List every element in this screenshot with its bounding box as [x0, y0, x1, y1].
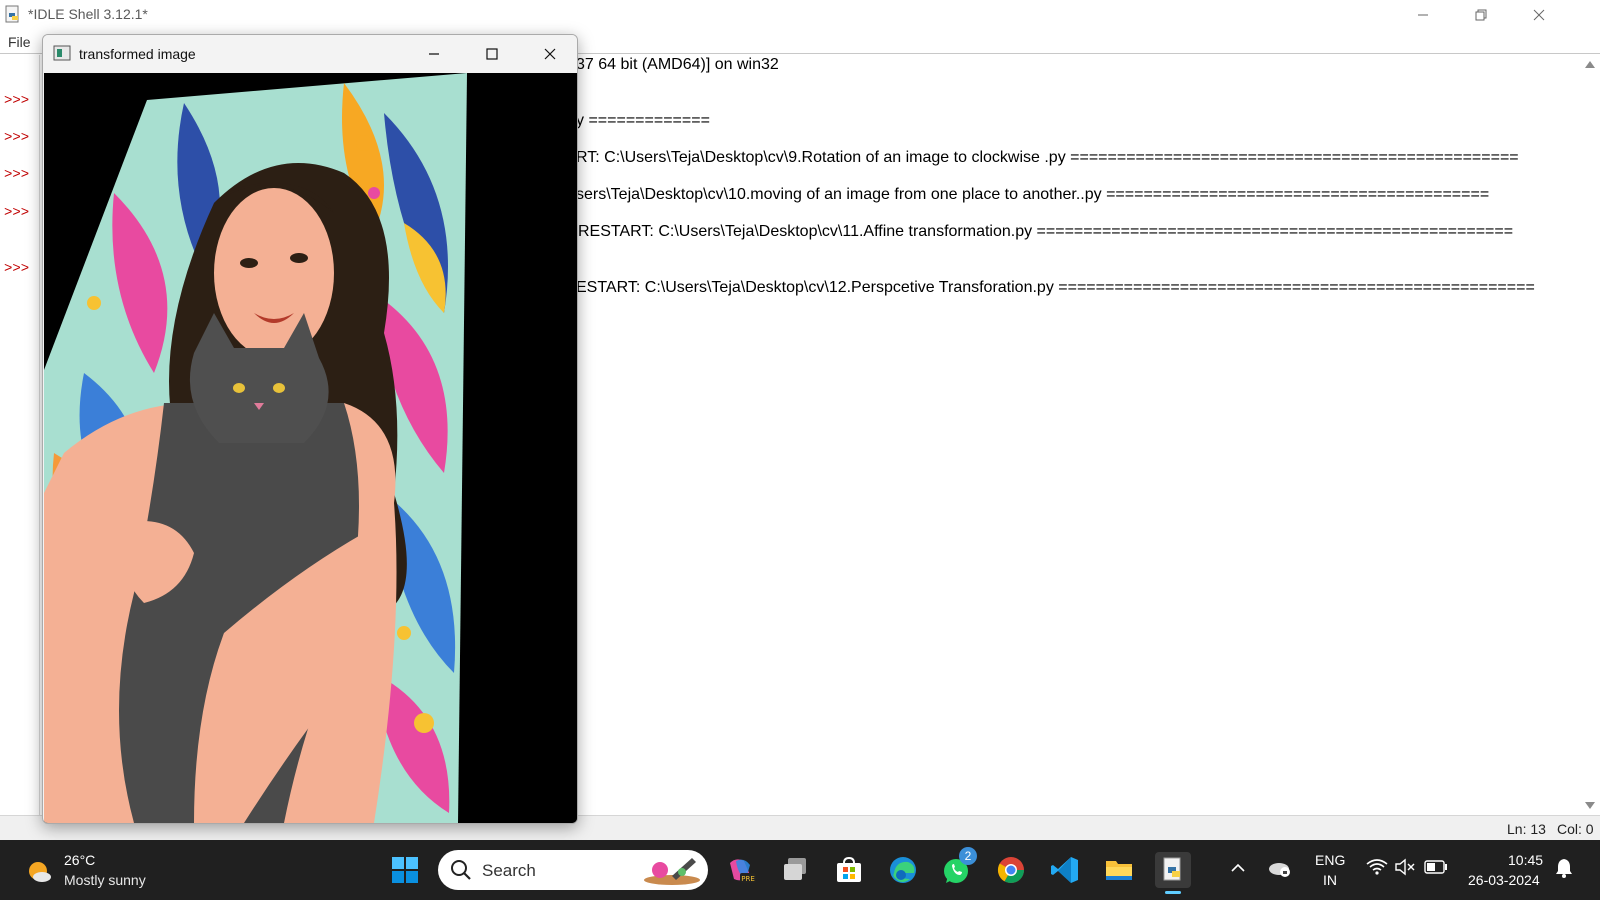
file-explorer-icon — [1106, 861, 1132, 880]
chevron-up-icon[interactable] — [1230, 860, 1246, 876]
notification-bell-icon[interactable] — [1555, 858, 1573, 878]
task-view-icon — [784, 858, 806, 880]
close-icon — [1533, 9, 1545, 21]
python-file-icon — [5, 5, 19, 23]
clock-date[interactable]: 26-03-2024 — [1468, 872, 1540, 888]
shell-line: ESTART: C:\Users\Teja\Desktop\cv\12.Pers… — [576, 279, 1535, 296]
cv-maximize-button[interactable] — [463, 35, 521, 73]
window-title: *IDLE Shell 3.12.1* — [28, 6, 148, 22]
transformed-image-window[interactable]: transformed image — [42, 34, 578, 824]
shell-line: sers\Teja\Desktop\cv\10.moving of an ima… — [576, 186, 1490, 203]
taskbar-search-box[interactable]: Search — [438, 850, 708, 890]
vertical-scrollbar[interactable] — [1580, 55, 1600, 815]
weather-temperature[interactable]: 26°C — [64, 852, 95, 868]
weather-description[interactable]: Mostly sunny — [64, 872, 146, 888]
battery-icon[interactable] — [1424, 860, 1448, 874]
perspective-transformed-illustration — [44, 73, 577, 823]
photo-icon — [53, 45, 71, 61]
cv-minimize-button[interactable] — [405, 35, 463, 73]
shell-line: RESTART: C:\Users\Teja\Desktop\cv\11.Aff… — [578, 223, 1514, 240]
edge-icon — [890, 857, 916, 883]
search-label: Search — [482, 861, 536, 880]
shell-line: 37 64 bit (AMD64)] on win32 — [576, 56, 779, 73]
vscode-button[interactable] — [1047, 852, 1083, 888]
maximize-icon — [486, 48, 498, 60]
transformed-image-canvas — [44, 73, 577, 823]
shell-prompt: >>> — [4, 261, 30, 277]
scroll-down-arrow-icon[interactable] — [1585, 802, 1595, 809]
restore-icon — [1475, 9, 1487, 21]
copilot-pre-icon: PRE — [730, 859, 756, 883]
active-app-indicator — [1165, 891, 1181, 894]
status-column-number: Col: 0 — [1557, 821, 1594, 837]
minimize-icon — [1418, 14, 1428, 16]
close-icon — [544, 48, 556, 60]
cv-window-title: transformed image — [79, 46, 196, 62]
search-icon — [451, 860, 471, 880]
onedrive-cloud-icon[interactable] — [1268, 858, 1292, 878]
whatsapp-button[interactable]: 2 — [939, 847, 977, 888]
taskbar: 26°C Mostly sunny Search PRE 2 ENG IN 10… — [0, 840, 1600, 900]
copilot-pre-button[interactable]: PRE — [723, 852, 759, 888]
cv-close-button[interactable] — [521, 35, 577, 73]
volume-muted-icon[interactable] — [1394, 858, 1416, 876]
svg-text:PRE: PRE — [741, 875, 755, 883]
idle-python-icon — [1163, 857, 1181, 881]
idle-titlebar: *IDLE Shell 3.12.1* — [0, 0, 1600, 30]
shell-prompt: >>> — [4, 205, 30, 221]
restore-button[interactable] — [1452, 0, 1510, 30]
clock-time[interactable]: 10:45 — [1508, 852, 1543, 868]
status-line-number: Ln: 13 — [1507, 821, 1546, 837]
shell-line: y ============= — [576, 112, 710, 129]
microsoft-store-button[interactable] — [831, 852, 867, 888]
sun-cloud-icon[interactable] — [24, 857, 54, 887]
windows-start-button[interactable] — [387, 852, 423, 888]
language-region[interactable]: IN — [1323, 872, 1337, 888]
whatsapp-notification-badge: 2 — [959, 847, 977, 865]
shell-prompt-gutter: >>> >>> >>> >>> >>> — [0, 55, 40, 815]
shell-prompt: >>> — [4, 167, 30, 183]
edge-button[interactable] — [885, 852, 921, 888]
close-button[interactable] — [1510, 0, 1568, 30]
wifi-icon[interactable] — [1366, 858, 1388, 876]
cv-window-titlebar[interactable]: transformed image — [43, 35, 577, 73]
shell-prompt: >>> — [4, 93, 30, 109]
idle-python-button[interactable] — [1155, 852, 1191, 894]
windows-start-icon — [392, 857, 418, 883]
file-explorer-button[interactable] — [1101, 852, 1137, 888]
menu-file[interactable]: File — [8, 34, 31, 50]
shell-line: RT: C:\Users\Teja\Desktop\cv\9.Rotation … — [576, 149, 1519, 166]
shell-prompt: >>> — [4, 130, 30, 146]
task-view-button[interactable] — [777, 852, 813, 888]
search-highlight-art-icon — [644, 858, 700, 885]
microsoft-store-icon — [837, 856, 861, 882]
chrome-button[interactable] — [993, 852, 1029, 888]
vscode-icon — [1051, 857, 1078, 883]
minimize-button[interactable] — [1394, 0, 1452, 30]
minimize-icon — [429, 53, 439, 55]
language-indicator[interactable]: ENG — [1315, 852, 1345, 868]
scroll-up-arrow-icon[interactable] — [1585, 61, 1595, 68]
chrome-icon — [997, 857, 1025, 884]
